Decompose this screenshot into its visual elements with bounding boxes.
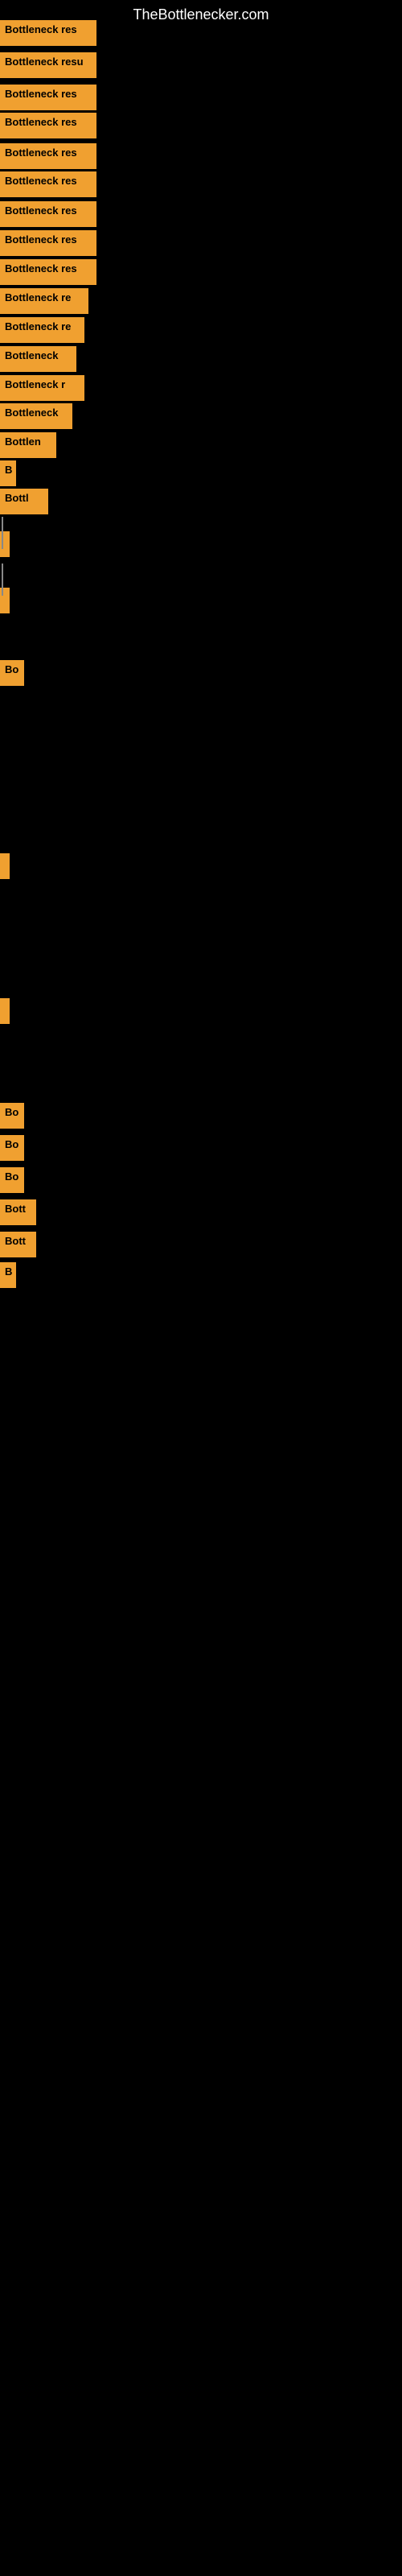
bottleneck-item[interactable]: Bottleneck res	[0, 259, 96, 285]
bottleneck-item[interactable]: Bottleneck	[0, 403, 72, 429]
bottleneck-item[interactable]: Bo	[0, 1135, 24, 1161]
bottleneck-item[interactable]: Bottleneck res	[0, 230, 96, 256]
bottleneck-item[interactable]: Bottl	[0, 489, 48, 514]
bottleneck-item[interactable]: Bott	[0, 1232, 36, 1257]
bottleneck-item[interactable]: Bottlen	[0, 432, 56, 458]
vertical-line	[2, 517, 3, 549]
bottleneck-item[interactable]: Bottleneck res	[0, 143, 96, 169]
bottleneck-item[interactable]: Bo	[0, 660, 24, 686]
bottleneck-item[interactable]: B	[0, 460, 16, 486]
bottleneck-item[interactable]: Bo	[0, 1167, 24, 1193]
bottleneck-item[interactable]	[0, 998, 10, 1024]
bottleneck-item[interactable]: Bottleneck r	[0, 375, 84, 401]
bottleneck-item[interactable]: Bottleneck res	[0, 113, 96, 138]
bottleneck-item[interactable]: Bottleneck res	[0, 85, 96, 110]
bottleneck-item[interactable]: Bott	[0, 1199, 36, 1225]
bottleneck-item[interactable]: Bottleneck re	[0, 317, 84, 343]
bottleneck-item[interactable]: B	[0, 1262, 16, 1288]
bottleneck-item[interactable]: Bottleneck re	[0, 288, 88, 314]
vertical-line	[2, 564, 3, 596]
bottleneck-item[interactable]: Bottleneck res	[0, 201, 96, 227]
bottleneck-item[interactable]: Bo	[0, 1103, 24, 1129]
bottleneck-item[interactable]: Bottleneck	[0, 346, 76, 372]
bottleneck-item[interactable]	[0, 853, 10, 879]
bottleneck-item[interactable]: Bottleneck res	[0, 20, 96, 46]
bottleneck-item[interactable]: Bottleneck resu	[0, 52, 96, 78]
bottleneck-item[interactable]: Bottleneck res	[0, 171, 96, 197]
